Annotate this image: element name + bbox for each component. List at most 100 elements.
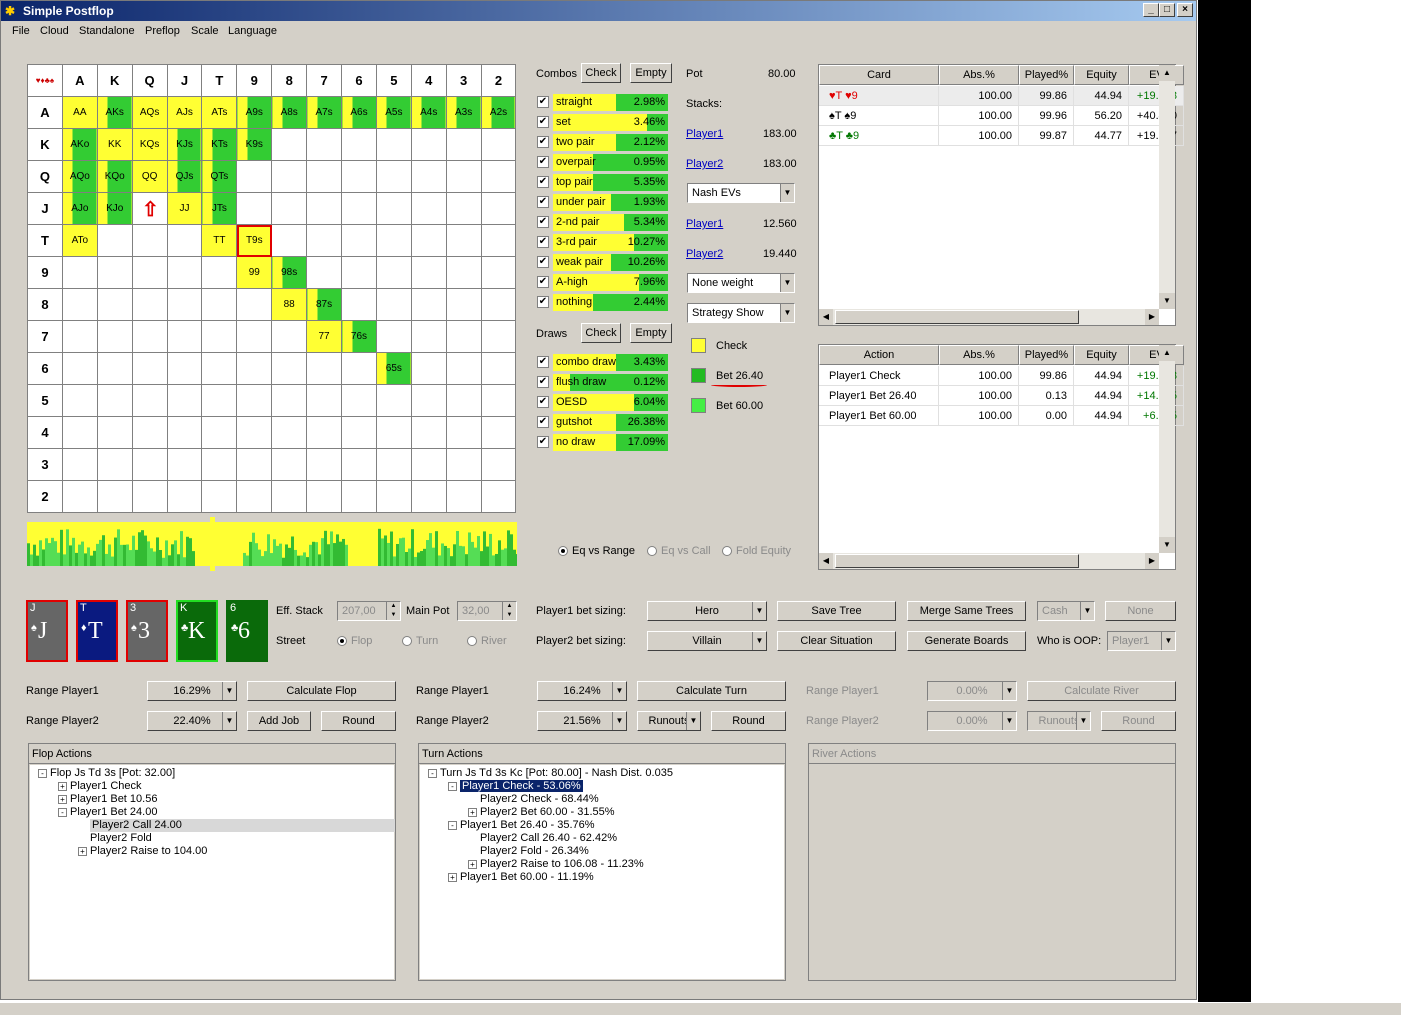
- street-flop-radio[interactable]: Flop: [337, 635, 372, 647]
- hand-cell[interactable]: [375, 192, 412, 225]
- collapse-icon[interactable]: -: [38, 768, 47, 778]
- table-cell[interactable]: 44.94: [1074, 386, 1129, 406]
- hand-cell[interactable]: 65s: [375, 352, 412, 385]
- expand-icon[interactable]: +: [58, 794, 67, 804]
- table-cell[interactable]: +14.185: [1129, 386, 1184, 406]
- eq-vs-range-radio[interactable]: Eq vs Range: [558, 545, 635, 557]
- hand-cell[interactable]: [445, 384, 482, 417]
- hand-cell[interactable]: [61, 416, 98, 449]
- hand-cell[interactable]: A5s: [375, 96, 412, 129]
- column-header[interactable]: Played%: [1019, 65, 1074, 85]
- hand-cell[interactable]: [445, 160, 482, 193]
- collapse-icon[interactable]: -: [448, 781, 457, 791]
- calculate-flop-button[interactable]: Calculate Flop: [247, 681, 396, 701]
- hand-cell[interactable]: [480, 384, 517, 417]
- chevron-down-icon[interactable]: ▼: [222, 682, 236, 700]
- hand-cell[interactable]: [341, 160, 377, 193]
- table-cell[interactable]: 44.94: [1074, 366, 1129, 386]
- hand-cell[interactable]: [375, 224, 412, 257]
- scroll-up-icon[interactable]: ▲: [1159, 345, 1175, 361]
- hand-cell[interactable]: TT: [201, 224, 238, 257]
- hand-cell[interactable]: [375, 480, 412, 513]
- hand-cell[interactable]: [96, 320, 133, 353]
- hand-cell[interactable]: [61, 480, 98, 513]
- scroll-thumb[interactable]: [835, 310, 1079, 324]
- hand-cell[interactable]: KJs: [166, 128, 203, 161]
- checkbox[interactable]: ✔: [537, 116, 549, 128]
- hand-cell[interactable]: T9s: [236, 224, 273, 257]
- hand-cell[interactable]: 87s: [306, 288, 343, 321]
- hand-cell[interactable]: [96, 224, 133, 257]
- chevron-down-icon[interactable]: ▼: [1080, 602, 1094, 620]
- hand-cell[interactable]: [480, 128, 517, 161]
- hand-cell[interactable]: [201, 416, 238, 449]
- hand-cell[interactable]: [306, 256, 343, 289]
- flop-range-p2-select[interactable]: 22.40% ▼: [147, 711, 237, 731]
- hand-cell[interactable]: [271, 480, 308, 513]
- table-cell[interactable]: 99.87: [1019, 126, 1074, 146]
- hand-cell[interactable]: A7s: [306, 96, 343, 129]
- hand-cell[interactable]: [375, 384, 412, 417]
- tree-node[interactable]: Player2 Call 24.00: [78, 819, 395, 832]
- horizontal-scrollbar[interactable]: ◀ ▶: [819, 553, 1159, 569]
- hand-cell[interactable]: [236, 320, 273, 353]
- chevron-down-icon[interactable]: ▼: [1161, 632, 1175, 650]
- hand-cell[interactable]: [61, 288, 98, 321]
- hand-cell[interactable]: [166, 224, 203, 257]
- table-cell[interactable]: 100.00: [939, 106, 1019, 126]
- table-cell[interactable]: +40.400: [1129, 106, 1184, 126]
- stack-player1-link[interactable]: Player1: [686, 128, 723, 140]
- hand-cell[interactable]: [131, 224, 168, 257]
- table-cell[interactable]: 100.00: [939, 86, 1019, 106]
- hand-cell[interactable]: [410, 288, 447, 321]
- expand-icon[interactable]: +: [78, 846, 87, 856]
- hand-cell[interactable]: [96, 416, 133, 449]
- table-cell[interactable]: ♠T ♠9: [819, 106, 939, 126]
- scroll-down-icon[interactable]: ▼: [1159, 537, 1175, 553]
- table-cell[interactable]: +6.815: [1129, 406, 1184, 426]
- river-range-p2-select[interactable]: 0.00% ▼: [927, 711, 1017, 731]
- river-round-button[interactable]: Round: [1101, 711, 1176, 731]
- hand-cell[interactable]: [236, 416, 273, 449]
- hand-cell[interactable]: [306, 384, 343, 417]
- hand-cell[interactable]: [201, 288, 238, 321]
- chevron-down-icon[interactable]: ▼: [780, 274, 794, 292]
- hand-cell[interactable]: QJs: [166, 160, 203, 193]
- chevron-down-icon[interactable]: ▼: [612, 712, 626, 730]
- expand-icon[interactable]: +: [468, 807, 477, 817]
- scroll-left-icon[interactable]: ◀: [819, 309, 833, 325]
- hand-cell[interactable]: [166, 384, 203, 417]
- hand-cell[interactable]: [271, 352, 308, 385]
- column-header[interactable]: EV: [1129, 345, 1184, 365]
- collapse-icon[interactable]: -: [428, 768, 437, 778]
- table-cell[interactable]: 99.86: [1019, 86, 1074, 106]
- board-card[interactable]: T ♦ T: [76, 600, 118, 662]
- hand-cell[interactable]: [201, 256, 238, 289]
- tree-node[interactable]: + Player1 Bet 60.00 - 11.19%: [448, 871, 594, 884]
- hand-cell[interactable]: [375, 320, 412, 353]
- column-header[interactable]: Abs.%: [939, 345, 1019, 365]
- tree-node[interactable]: + Player2 Raise to 106.08 - 11.23%: [468, 858, 644, 871]
- hand-cell[interactable]: [341, 256, 377, 289]
- hand-cell[interactable]: [131, 384, 168, 417]
- hand-cell[interactable]: AJo: [61, 192, 98, 225]
- hand-cell[interactable]: [271, 384, 308, 417]
- vertical-scrollbar[interactable]: ▲ ▼: [1159, 65, 1175, 309]
- hand-cell[interactable]: [61, 320, 98, 353]
- river-range-p1-select[interactable]: 0.00% ▼: [927, 681, 1017, 701]
- hand-cell[interactable]: [341, 192, 377, 225]
- hand-cell[interactable]: [306, 128, 343, 161]
- checkbox[interactable]: ✔: [537, 196, 549, 208]
- hand-cell[interactable]: JTs: [201, 192, 238, 225]
- hand-cell[interactable]: AQs: [131, 96, 168, 129]
- hand-cell[interactable]: [306, 480, 343, 513]
- expand-icon[interactable]: +: [468, 859, 477, 869]
- tree-node[interactable]: + Player1 Check: [58, 780, 142, 793]
- calculate-river-button[interactable]: Calculate River: [1027, 681, 1176, 701]
- hand-cell[interactable]: [96, 448, 133, 481]
- hand-cell[interactable]: AA: [61, 96, 98, 129]
- table-cell[interactable]: ♣T ♣9: [819, 126, 939, 146]
- hand-cell[interactable]: KQo: [96, 160, 133, 193]
- checkbox[interactable]: ✔: [537, 416, 549, 428]
- checkbox[interactable]: ✔: [537, 396, 549, 408]
